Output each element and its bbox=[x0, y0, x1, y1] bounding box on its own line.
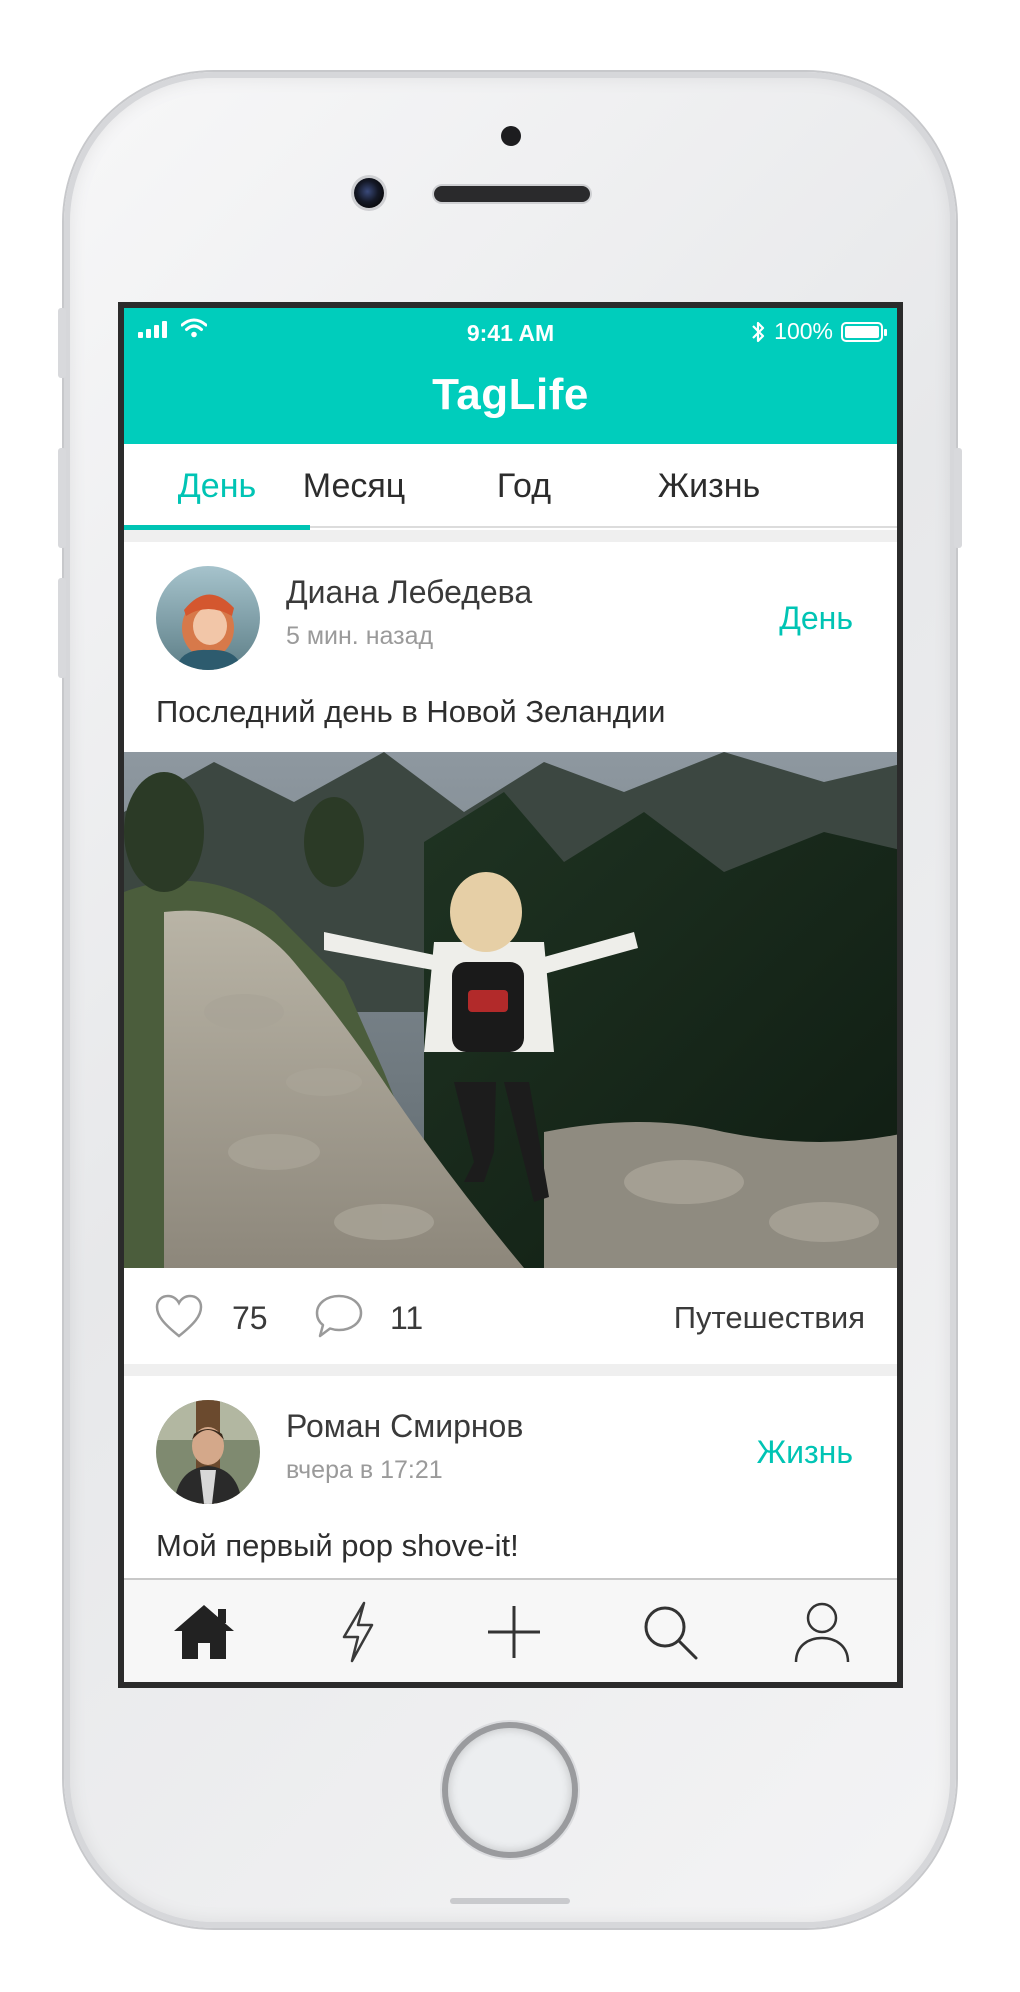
post-card: Диана Лебедева 5 мин. назад День Последн… bbox=[124, 542, 897, 1364]
home-button[interactable] bbox=[442, 1722, 578, 1858]
post-time: вчера в 17:21 bbox=[286, 1456, 443, 1484]
plus-icon bbox=[488, 1606, 540, 1658]
battery-icon bbox=[841, 321, 887, 342]
tab-profile[interactable] bbox=[786, 1596, 858, 1668]
post-category[interactable]: Путешествия bbox=[674, 1300, 865, 1336]
tab-create[interactable] bbox=[478, 1596, 550, 1668]
volume-down-button bbox=[58, 578, 66, 678]
tab-activity[interactable] bbox=[322, 1596, 394, 1668]
post-card: Роман Смирнов вчера в 17:21 Жизнь Мой пе… bbox=[124, 1376, 897, 1578]
status-bar: 9:41 AM 100% bbox=[124, 308, 897, 352]
battery-percent: 100% bbox=[774, 318, 833, 344]
search-icon bbox=[644, 1606, 698, 1660]
profile-icon bbox=[794, 1602, 850, 1663]
app-header: 9:41 AM 100% TagLife bbox=[124, 308, 897, 444]
post-actions: 75 11 Путешествия bbox=[124, 1268, 897, 1368]
earpiece-speaker bbox=[434, 186, 590, 202]
like-icon[interactable] bbox=[154, 1294, 204, 1340]
post-time: 5 мин. назад bbox=[286, 622, 434, 650]
post-period-tag[interactable]: Жизнь bbox=[757, 1434, 853, 1471]
post-author[interactable]: Роман Смирнов bbox=[286, 1408, 523, 1445]
period-tabs: День Месяц Год Жизнь bbox=[124, 444, 897, 530]
app-screen: 9:41 AM 100% TagLife День Месяц Год Жизн… bbox=[118, 302, 903, 1688]
post-text: Последний день в Новой Зеландии bbox=[156, 694, 666, 729]
tab-home[interactable] bbox=[168, 1596, 240, 1668]
home-icon bbox=[174, 1605, 234, 1659]
avatar[interactable] bbox=[156, 566, 260, 670]
lightning-port bbox=[450, 1898, 570, 1904]
proximity-sensor bbox=[501, 126, 521, 146]
post-text: Мой первый pop shove-it! bbox=[156, 1528, 519, 1563]
tab-year[interactable]: Год bbox=[454, 444, 594, 528]
comment-icon[interactable] bbox=[314, 1292, 364, 1340]
status-right: 100% bbox=[750, 318, 887, 345]
mute-switch bbox=[58, 308, 66, 378]
app-title: TagLife bbox=[432, 370, 589, 419]
like-count: 75 bbox=[232, 1300, 268, 1336]
comment-count: 11 bbox=[390, 1300, 424, 1336]
power-button bbox=[954, 448, 962, 548]
tab-life[interactable]: Жизнь bbox=[609, 444, 809, 528]
tab-month[interactable]: Месяц bbox=[274, 444, 434, 528]
volume-up-button bbox=[58, 448, 66, 548]
avatar[interactable] bbox=[156, 1400, 260, 1504]
bottom-tab-bar bbox=[124, 1578, 897, 1682]
post-period-tag[interactable]: День bbox=[779, 600, 853, 637]
tab-search[interactable] bbox=[634, 1596, 706, 1668]
lightning-icon bbox=[342, 1601, 374, 1663]
post-author[interactable]: Диана Лебедева bbox=[286, 574, 532, 611]
front-camera bbox=[354, 178, 384, 208]
bluetooth-icon bbox=[752, 321, 765, 342]
post-photo[interactable] bbox=[124, 752, 897, 1268]
feed[interactable]: Диана Лебедева 5 мин. назад День Последн… bbox=[124, 530, 897, 1578]
